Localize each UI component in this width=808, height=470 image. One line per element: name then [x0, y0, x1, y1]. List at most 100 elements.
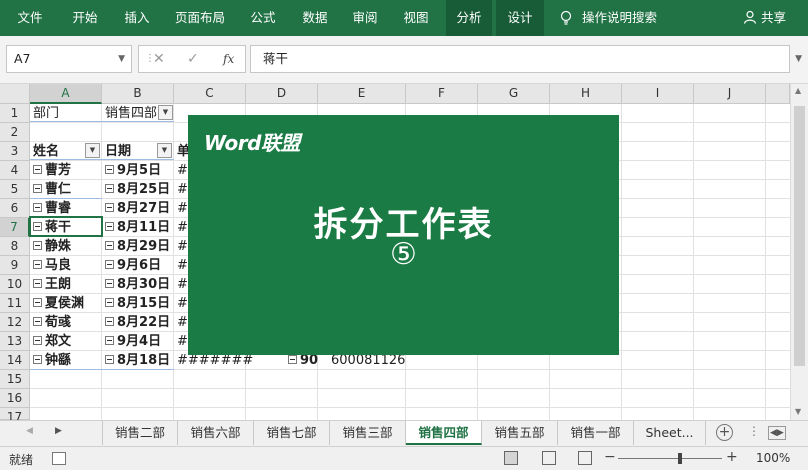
page-break-view-icon[interactable] — [578, 451, 592, 465]
table-row-name[interactable]: 钟繇 — [33, 351, 71, 370]
table-row-value[interactable]: # — [177, 237, 188, 256]
sheet-tab[interactable]: Sheet... — [634, 421, 706, 445]
column-header-e[interactable]: E — [318, 84, 406, 104]
table-row-name[interactable]: 曹芳 — [33, 161, 71, 180]
row-header[interactable]: 8 — [0, 237, 30, 256]
sheet-tab[interactable]: 销售二部 — [102, 421, 178, 445]
filter-dropdown-icon[interactable]: ▼ — [157, 143, 172, 158]
page-layout-view-icon[interactable] — [542, 451, 556, 465]
table-row-value[interactable]: # — [177, 180, 188, 199]
collapse-icon[interactable] — [33, 279, 42, 288]
tell-me-search[interactable]: 操作说明搜索 — [582, 0, 666, 36]
table-row-value[interactable]: # — [177, 218, 188, 237]
column-header-a[interactable]: A — [30, 84, 102, 104]
tab-page-layout[interactable]: 页面布局 — [168, 0, 232, 36]
scroll-down-icon[interactable]: ▼ — [795, 407, 801, 416]
collapse-icon[interactable] — [105, 279, 114, 288]
table-row-name[interactable]: 王朗 — [33, 275, 71, 294]
column-header-h[interactable]: H — [550, 84, 622, 104]
column-header-b[interactable]: B — [102, 84, 174, 104]
expand-formula-icon[interactable]: ▼ — [795, 54, 802, 64]
table-row-value[interactable]: # — [177, 313, 188, 332]
table-row-value[interactable]: # — [177, 199, 188, 218]
select-all-corner[interactable] — [0, 84, 30, 104]
table-row-date[interactable]: 8月29日 — [105, 237, 170, 256]
zoom-out-icon[interactable]: − — [604, 449, 616, 465]
row-header[interactable]: 11 — [0, 294, 30, 313]
collapse-icon[interactable] — [288, 355, 297, 364]
share-button[interactable]: 共享 — [743, 0, 786, 36]
row-header[interactable]: 12 — [0, 313, 30, 332]
collapse-icon[interactable] — [33, 165, 42, 174]
filter-funnel-icon[interactable]: ▼ — [158, 105, 173, 120]
column-header-f[interactable]: F — [406, 84, 478, 104]
collapse-icon[interactable] — [33, 260, 42, 269]
sheet-tab[interactable]: 销售七部 — [254, 421, 330, 445]
sheet-tab[interactable]: 销售三部 — [330, 421, 406, 445]
name-box[interactable]: A7 ▼ — [6, 45, 132, 73]
table-row-date[interactable]: 9月6日 — [105, 256, 161, 275]
sheet-tab[interactable]: 销售六部 — [178, 421, 254, 445]
normal-view-icon[interactable] — [504, 451, 518, 465]
collapse-icon[interactable] — [33, 336, 42, 345]
tab-insert[interactable]: 插入 — [114, 0, 160, 36]
row-header[interactable]: 10 — [0, 275, 30, 294]
macro-record-icon[interactable] — [52, 452, 66, 465]
table-row-name[interactable]: 夏侯渊 — [33, 294, 84, 313]
table-row-date[interactable]: 8月30日 — [105, 275, 170, 294]
table-row-date[interactable]: 8月27日 — [105, 199, 170, 218]
table-row-name[interactable]: 静姝 — [33, 237, 71, 256]
table-row-value[interactable]: # — [177, 161, 188, 180]
zoom-slider[interactable] — [618, 458, 722, 459]
column-header-j[interactable]: J — [694, 84, 766, 104]
zoom-in-icon[interactable]: + — [726, 449, 738, 465]
collapse-icon[interactable] — [105, 222, 114, 231]
row-header[interactable]: 7 — [0, 218, 30, 237]
cancel-icon[interactable]: ✕ — [153, 51, 165, 67]
table-row-name[interactable]: 曹仁 — [33, 180, 71, 199]
row-header[interactable]: 2 — [0, 123, 30, 142]
row-header[interactable]: 13 — [0, 332, 30, 351]
tab-data[interactable]: 数据 — [292, 0, 338, 36]
collapse-icon[interactable] — [105, 298, 114, 307]
scroll-tabs-icon[interactable]: ◀▶ — [768, 426, 786, 440]
collapse-icon[interactable] — [33, 184, 42, 193]
collapse-icon[interactable] — [105, 336, 114, 345]
collapse-icon[interactable] — [105, 165, 114, 174]
table-row-date[interactable]: 8月15日 — [105, 294, 170, 313]
collapse-icon[interactable] — [105, 241, 114, 250]
collapse-icon[interactable] — [33, 355, 42, 364]
table-row-name[interactable]: 荀彧 — [33, 313, 71, 332]
tab-home[interactable]: 开始 — [62, 0, 108, 36]
tab-design[interactable]: 设计 — [496, 0, 544, 36]
scroll-thumb[interactable] — [794, 106, 805, 366]
table-row-name[interactable]: 马良 — [33, 256, 71, 275]
zoom-slider-knob[interactable] — [678, 453, 682, 464]
row-header[interactable]: 15 — [0, 370, 30, 389]
table-row-value[interactable]: # — [177, 275, 188, 294]
column-header-i[interactable]: I — [622, 84, 694, 104]
collapse-icon[interactable] — [33, 298, 42, 307]
insert-function-icon[interactable]: fx — [223, 52, 234, 66]
sheet-tab[interactable]: 销售五部 — [482, 421, 558, 445]
row-header[interactable]: 3 — [0, 142, 30, 161]
formula-input[interactable]: 蒋干 — [250, 45, 790, 73]
table-row-date[interactable]: 8月22日 — [105, 313, 170, 332]
tab-splitter-icon[interactable]: ⋮ — [748, 424, 760, 438]
tab-formulas[interactable]: 公式 — [242, 0, 284, 36]
filter-dropdown-icon[interactable]: ▼ — [85, 143, 100, 158]
table-row-date[interactable]: 9月5日 — [105, 161, 161, 180]
row-header[interactable]: 5 — [0, 180, 30, 199]
row-header[interactable]: 17 — [0, 408, 30, 424]
table-row-value[interactable]: # — [177, 332, 188, 351]
collapse-icon[interactable] — [33, 203, 42, 212]
row-header[interactable]: 1 — [0, 104, 30, 123]
add-sheet-icon[interactable]: + — [716, 424, 733, 441]
sheet-tab-active[interactable]: 销售四部 — [406, 421, 482, 445]
collapse-icon[interactable] — [33, 317, 42, 326]
table-row-date[interactable]: 8月25日 — [105, 180, 170, 199]
prev-sheet-icon[interactable]: ◀ — [26, 426, 33, 436]
table-row-value[interactable]: # — [177, 256, 188, 275]
row-header[interactable]: 14 — [0, 351, 30, 370]
zoom-level[interactable]: 100% — [756, 451, 790, 465]
